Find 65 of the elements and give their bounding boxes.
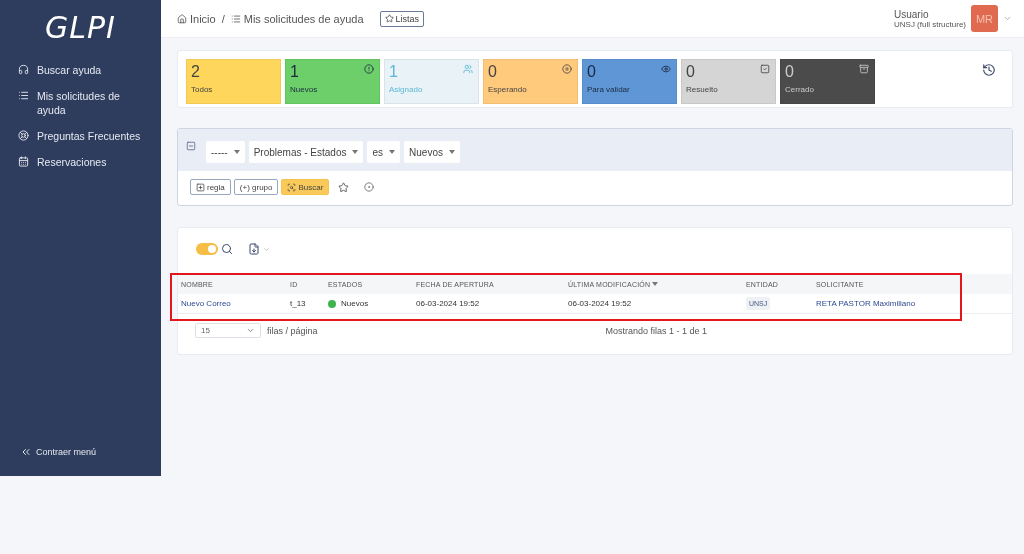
status-tile[interactable]: 0 Esperando	[483, 59, 578, 104]
sidebar-item[interactable]: Reservaciones	[0, 151, 161, 173]
reset-icon[interactable]	[364, 182, 375, 192]
table-cell-text: t_13	[290, 299, 307, 308]
table-cell-text: 06-03-2024 19:52	[568, 299, 633, 308]
users-icon	[463, 64, 473, 74]
criteria-dropdown[interactable]: es	[367, 141, 401, 163]
breadcrumb-link[interactable]: Mis solicitudes de ayuda	[230, 12, 364, 25]
requester-link[interactable]: RETA PASTOR Maximiliano	[816, 299, 1012, 308]
table-cell: Nuevos	[328, 299, 416, 308]
home-icon	[177, 13, 187, 24]
criteria-dropdown[interactable]: Nuevos	[404, 141, 460, 163]
star-icon[interactable]	[338, 181, 350, 193]
collapse-menu-link[interactable]: Contraer menú	[0, 446, 161, 476]
checkbox-icon	[760, 64, 770, 74]
list-icon	[230, 13, 241, 24]
square-plus-icon	[196, 182, 205, 192]
pagination-summary: Mostrando filas 1 - 1 de 1	[605, 325, 708, 336]
caret-icon	[448, 150, 455, 154]
list-icon	[18, 90, 29, 101]
status-tile[interactable]: 1 Nuevos	[285, 59, 380, 104]
user-entity: UNSJ (full structure)	[894, 19, 966, 29]
chevron-down-icon[interactable]	[1003, 14, 1012, 23]
ticket-link[interactable]: Nuevo Correo	[181, 299, 290, 308]
user-name: Usuario	[894, 8, 930, 20]
glpi-logo[interactable]: GLPI	[45, 10, 116, 50]
status-tile[interactable]: 2 Todos	[186, 59, 281, 104]
pause-icon	[562, 64, 572, 74]
caret-icon	[352, 150, 359, 154]
criteria-dropdown[interactable]: -----	[206, 141, 245, 163]
page-size-select[interactable]: 15	[195, 323, 261, 338]
sidebar-item[interactable]: Mis solicitudes de ayuda	[0, 85, 161, 121]
group-button[interactable]: (+) grupo	[233, 179, 279, 195]
rule-button[interactable]: regla	[190, 179, 231, 195]
headphones-icon	[18, 64, 29, 75]
alert-icon	[364, 64, 374, 74]
search-icon	[221, 243, 233, 255]
breadcrumb-separator: /	[221, 12, 225, 25]
export-icon[interactable]	[248, 243, 260, 255]
sidebar-item[interactable]: Buscar ayuda	[0, 59, 161, 81]
history-icon[interactable]	[982, 63, 996, 77]
search-button[interactable]: Buscar	[281, 179, 330, 195]
star-icon	[384, 14, 394, 23]
chevrons-left-icon	[20, 446, 32, 458]
caret-icon	[389, 150, 396, 154]
page-size-label: filas / página	[267, 325, 318, 336]
sidebar-item[interactable]: Preguntas Frecuentes	[0, 125, 161, 147]
search-icon	[287, 182, 297, 192]
archive-icon	[859, 64, 869, 74]
lists-button[interactable]: Listas	[379, 10, 425, 27]
status-tile[interactable]: 0 Para validar	[582, 59, 677, 104]
caret-icon	[233, 150, 240, 154]
criteria-dropdown[interactable]: Problemas - Estados	[248, 141, 364, 163]
breadcrumb-link[interactable]: Inicio	[177, 12, 216, 25]
toggle-switch[interactable]	[196, 243, 218, 255]
calendar-icon	[18, 156, 29, 167]
table-cell-text: 06-03-2024 19:52	[416, 299, 481, 308]
status-tile[interactable]: 0 Resuelto	[681, 59, 776, 104]
sort-caret-icon	[652, 282, 659, 286]
collapse-icon[interactable]	[186, 141, 196, 151]
lifebuoy-icon	[18, 130, 29, 141]
chevron-down-icon	[263, 245, 270, 253]
eye-icon	[661, 64, 671, 74]
status-tile[interactable]: 0 Cerrado	[780, 59, 875, 104]
chevron-down-icon	[246, 326, 255, 335]
